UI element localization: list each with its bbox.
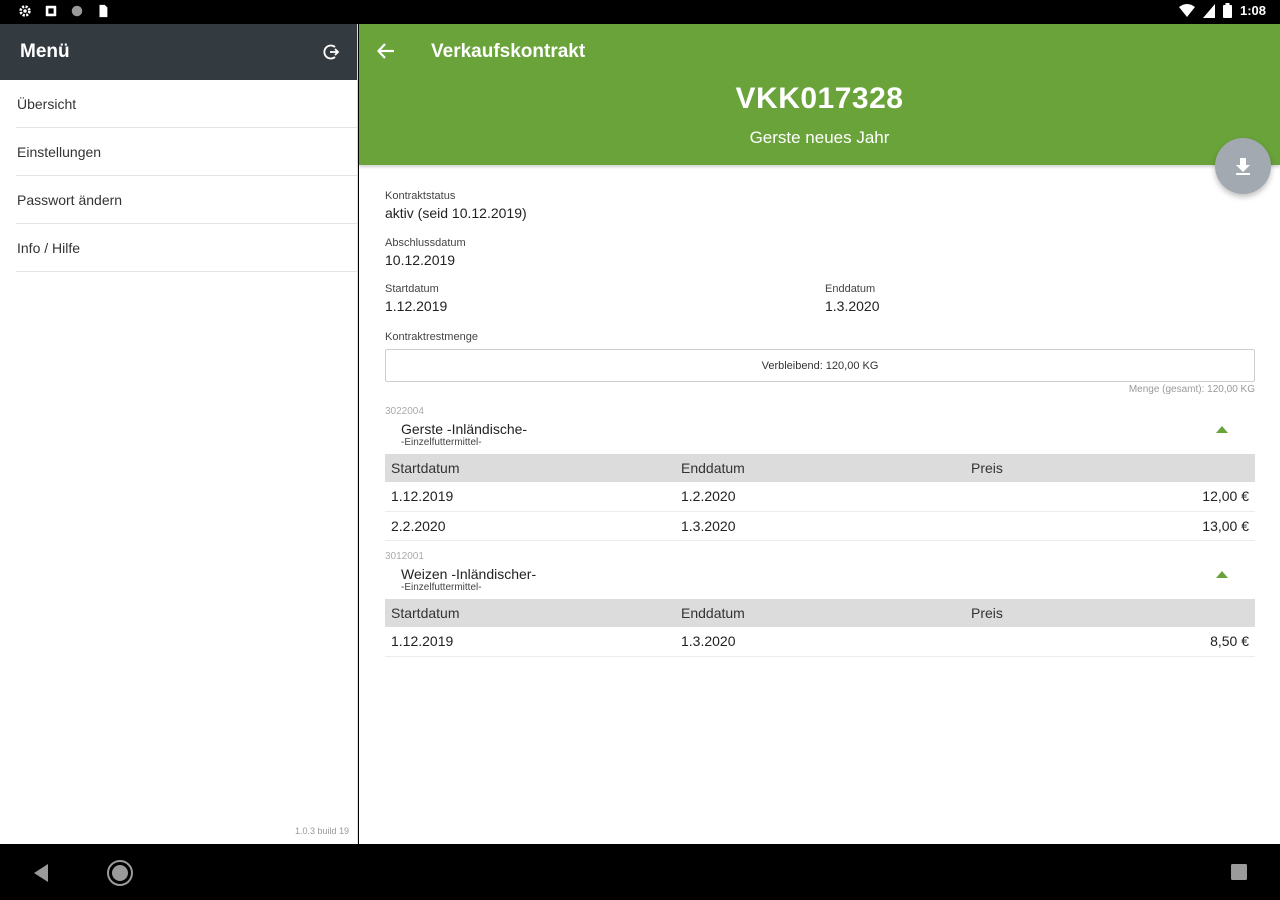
price-table: Startdatum Enddatum Preis 1.12.2019 1.2.… [385, 454, 1255, 541]
article-number: 3012001 [385, 551, 424, 562]
status-value: aktiv (seid 10.12.2019) [385, 205, 527, 221]
end-date-label: Enddatum [825, 283, 876, 295]
closing-date-label: Abschlussdatum [385, 237, 466, 249]
status-bar: 1:08 [0, 0, 1280, 24]
system-nav-bar [0, 844, 1280, 900]
column-header-price: Preis [965, 599, 1255, 627]
status-field: Kontraktstatus aktiv (seid 10.12.2019) [385, 190, 527, 221]
remaining-quantity-label: Kontraktrestmenge [385, 331, 478, 343]
column-header-price: Preis [965, 454, 1255, 482]
start-date-value: 1.12.2019 [385, 298, 448, 314]
sim-icon [99, 4, 108, 18]
product-section: 3022004 Gerste -Inländische- -Einzelfutt… [385, 406, 1255, 541]
circle-icon [71, 5, 83, 17]
arrow-left-icon [376, 43, 394, 59]
table-header-row: Startdatum Enddatum Preis [385, 454, 1255, 482]
download-button[interactable] [1215, 138, 1271, 194]
sidebar-item-uebersicht[interactable]: Übersicht [16, 80, 357, 128]
product-name: Weizen -Inländischer- [401, 566, 537, 582]
sidebar-header: Menü [0, 24, 357, 80]
settings-icon [19, 5, 31, 17]
column-header-end: Enddatum [675, 599, 965, 627]
product-name: Gerste -Inländische- [401, 421, 528, 437]
app-version: 1.0.3 build 19 [294, 826, 349, 836]
cell-end: 1.3.2020 [675, 511, 965, 541]
product-category: -Einzelfuttermittel- [401, 437, 482, 448]
logout-icon[interactable] [321, 42, 341, 62]
signal-icon [1202, 3, 1215, 18]
start-date-field: Startdatum 1.12.2019 [385, 283, 447, 314]
end-date-value: 1.3.2020 [825, 298, 880, 314]
cell-start: 1.12.2019 [385, 482, 675, 512]
total-quantity: Menge (gesamt): 120,00 KG [1128, 384, 1255, 395]
column-header-end: Enddatum [675, 454, 965, 482]
wifi-icon [1178, 3, 1195, 17]
sidebar-item-einstellungen[interactable]: Einstellungen [16, 128, 357, 176]
remaining-quantity-field: Kontraktrestmenge [385, 331, 478, 343]
remaining-quantity-box: Verbleibend: 120,00 KG [385, 349, 1255, 382]
closing-date-value: 10.12.2019 [385, 252, 456, 268]
contract-header: Verkaufskontrakt VKK017328 Gerste neues … [359, 24, 1280, 165]
start-date-label: Startdatum [385, 283, 439, 295]
status-time: 1:08 [1239, 3, 1266, 18]
download-icon [1236, 158, 1250, 175]
table-header-row: Startdatum Enddatum Preis [385, 599, 1255, 627]
chevron-up-icon[interactable] [1215, 569, 1229, 579]
table-row: 2.2.2020 1.3.2020 13,00 € [385, 511, 1255, 541]
closing-date-field: Abschlussdatum 10.12.2019 [385, 237, 466, 268]
menu-list: Übersicht Einstellungen Passwort ändern … [0, 80, 357, 272]
cell-end: 1.2.2020 [675, 482, 965, 512]
cell-start: 1.12.2019 [385, 627, 675, 657]
nav-recent-apps-icon[interactable] [1230, 863, 1248, 881]
column-header-start: Startdatum [385, 454, 675, 482]
cell-price: 12,00 € [965, 482, 1255, 512]
main-panel: Verkaufskontrakt VKK017328 Gerste neues … [359, 24, 1280, 844]
end-date-field: Enddatum 1.3.2020 [825, 283, 880, 314]
sd-card-icon [45, 5, 57, 17]
chevron-up-icon[interactable] [1215, 424, 1229, 434]
back-button[interactable] [375, 40, 399, 64]
contract-name: Gerste neues Jahr [749, 128, 890, 147]
product-category: -Einzelfuttermittel- [401, 582, 482, 593]
sidebar: Menü Übersicht Einstellungen Passwort än… [0, 24, 358, 844]
article-number: 3022004 [385, 406, 424, 417]
cell-end: 1.3.2020 [675, 627, 965, 657]
contract-number: VKK017328 [735, 82, 904, 115]
sidebar-item-passwort-aendern[interactable]: Passwort ändern [16, 176, 357, 224]
cell-start: 2.2.2020 [385, 511, 675, 541]
status-label: Kontraktstatus [385, 190, 456, 202]
sidebar-item-info-hilfe[interactable]: Info / Hilfe [16, 224, 357, 272]
nav-home-icon[interactable] [106, 859, 134, 887]
battery-icon [1222, 3, 1232, 18]
sidebar-title: Menü [20, 41, 70, 62]
table-row: 1.12.2019 1.2.2020 12,00 € [385, 482, 1255, 512]
cell-price: 13,00 € [965, 511, 1255, 541]
remaining-quantity-value: Verbleibend: 120,00 KG [761, 359, 879, 372]
product-section: 3012001 Weizen -Inländischer- -Einzelfut… [385, 551, 1255, 657]
table-row: 1.12.2019 1.3.2020 8,50 € [385, 627, 1255, 657]
column-header-start: Startdatum [385, 599, 675, 627]
page-title: Verkaufskontrakt [431, 41, 586, 62]
cell-price: 8,50 € [965, 627, 1255, 657]
nav-back-icon[interactable] [32, 863, 50, 883]
price-table: Startdatum Enddatum Preis 1.12.2019 1.3.… [385, 599, 1255, 657]
